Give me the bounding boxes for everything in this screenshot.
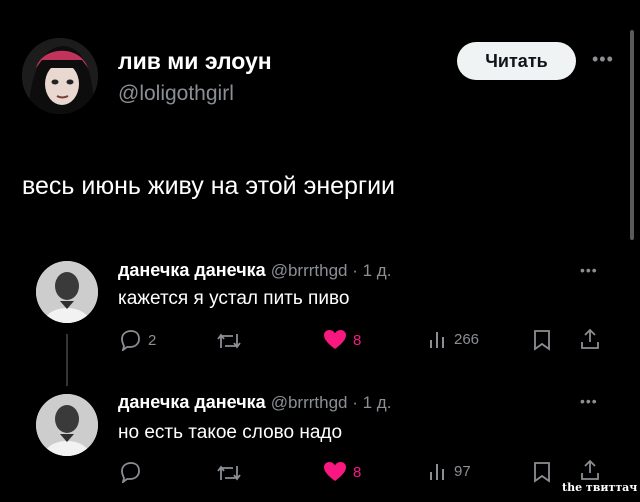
- more-icon[interactable]: •••: [592, 47, 618, 71]
- retweet-icon: [217, 465, 241, 481]
- retweet-button[interactable]: [215, 331, 243, 351]
- share-button[interactable]: [580, 328, 600, 350]
- like-button[interactable]: 8: [323, 329, 361, 351]
- reply-author-name[interactable]: данечка данечка: [118, 392, 266, 412]
- more-icon[interactable]: •••: [580, 262, 598, 278]
- share-icon: [581, 328, 599, 349]
- bookmark-button[interactable]: [533, 461, 551, 483]
- retweet-button[interactable]: [215, 463, 243, 483]
- reply-author-line[interactable]: данечка данечка @brrrthgd · 1 д.: [118, 260, 391, 281]
- reply-count: 2: [148, 331, 157, 349]
- more-icon[interactable]: •••: [580, 393, 598, 409]
- reply-icon: [121, 462, 140, 483]
- share-button[interactable]: [580, 459, 600, 481]
- reply-author-line[interactable]: данечка данечка @brrrthgd · 1 д.: [118, 392, 391, 413]
- retweet-icon: [217, 333, 241, 349]
- views-count: 97: [454, 462, 471, 480]
- views-icon: [430, 332, 444, 348]
- reply-meta: @brrrthgd · 1 д.: [270, 261, 392, 280]
- heart-icon: [324, 330, 346, 349]
- views-button[interactable]: 266: [428, 329, 479, 349]
- bookmark-button[interactable]: [533, 329, 551, 351]
- share-icon: [581, 459, 599, 480]
- heart-icon: [324, 462, 346, 481]
- views-count: 266: [454, 330, 480, 348]
- reply-text: но есть такое слово надо: [118, 422, 343, 443]
- reply-author-name[interactable]: данечка данечка: [118, 260, 266, 280]
- reply-avatar[interactable]: [36, 394, 98, 456]
- author-handle[interactable]: @loligothgirl: [118, 82, 234, 106]
- tweet-page: лив ми элоун @loligothgirl Читать ••• ве…: [0, 0, 640, 502]
- thread-line: [66, 334, 68, 386]
- views-button[interactable]: 97: [428, 461, 471, 481]
- watermark: the твиттач: [562, 481, 638, 494]
- tweet-text: весь июнь живу на этой энергии: [22, 172, 395, 200]
- reply-button[interactable]: [118, 461, 148, 483]
- scrollbar[interactable]: [630, 30, 634, 240]
- follow-button[interactable]: Читать: [457, 42, 576, 80]
- author-avatar[interactable]: [22, 38, 98, 114]
- like-count: 8: [353, 331, 362, 349]
- reply-text: кажется я устал пить пиво: [118, 288, 350, 309]
- author-name[interactable]: лив ми элоун: [118, 48, 272, 75]
- reply-avatar[interactable]: [36, 261, 98, 323]
- reply-meta: @brrrthgd · 1 д.: [270, 393, 392, 412]
- bookmark-icon: [534, 462, 550, 483]
- like-button[interactable]: 8: [323, 461, 361, 483]
- views-icon: [430, 464, 444, 480]
- bookmark-icon: [534, 330, 550, 351]
- reply-button[interactable]: 2: [118, 329, 156, 351]
- like-count: 8: [353, 463, 362, 481]
- reply-icon: [121, 330, 140, 351]
